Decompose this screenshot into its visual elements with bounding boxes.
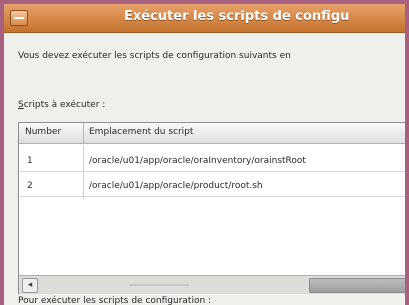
column-separator[interactable] xyxy=(83,123,84,143)
scroll-left-arrow-icon[interactable]: ◂ xyxy=(22,278,38,293)
footer-instructions: Pour exécuter les scripts de configurati… xyxy=(18,296,212,305)
scripts-section-label: Scripts à exécuter : xyxy=(18,100,105,110)
row-script-path: /oracle/u01/app/oracle/oraInventory/orai… xyxy=(89,156,306,166)
title-bar[interactable]: Exécuter les scripts de configu xyxy=(4,4,405,33)
window-title: Exécuter les scripts de configu xyxy=(124,9,350,24)
column-divider xyxy=(83,145,84,199)
column-header-path[interactable]: Emplacement du script xyxy=(89,127,193,137)
column-header-number[interactable]: Number xyxy=(25,127,61,137)
scripts-table[interactable]: Number Emplacement du script 1 /oracle/u… xyxy=(18,122,405,294)
dialog-window: Exécuter les scripts de configu Vous dev… xyxy=(4,4,405,305)
table-row[interactable]: 2 /oracle/u01/app/oracle/product/root.sh xyxy=(19,175,405,197)
scrollbar-thumb[interactable] xyxy=(309,278,405,293)
row-number: 1 xyxy=(27,156,33,166)
scrollbar-track[interactable] xyxy=(129,284,189,286)
table-header: Number Emplacement du script xyxy=(19,123,405,144)
row-number: 2 xyxy=(27,181,33,191)
row-script-path: /oracle/u01/app/oracle/product/root.sh xyxy=(89,181,263,191)
horizontal-scrollbar[interactable]: ◂ xyxy=(19,275,405,294)
window-menu-icon[interactable] xyxy=(10,10,28,26)
section-label-text: cripts à exécuter : xyxy=(23,100,106,110)
intro-text: Vous devez exécuter les scripts de confi… xyxy=(18,51,291,61)
table-row[interactable]: 1 /oracle/u01/app/oracle/oraInventory/or… xyxy=(19,150,405,172)
